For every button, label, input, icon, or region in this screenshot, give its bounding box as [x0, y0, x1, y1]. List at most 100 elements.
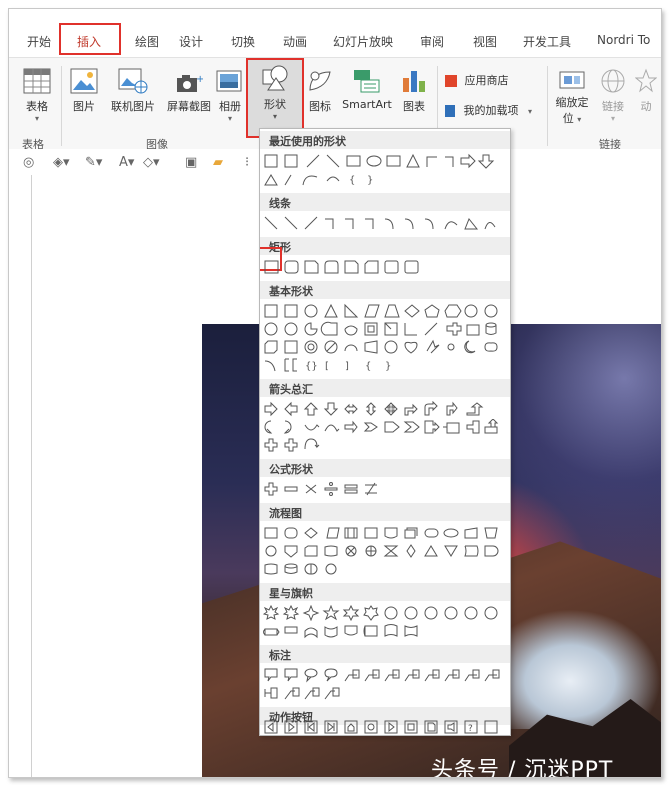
chevron-down-icon: ▾	[610, 114, 615, 123]
camera-icon: +	[177, 74, 203, 92]
album-button[interactable]: 相册 ▾	[213, 68, 247, 123]
album-label: 相册	[219, 100, 241, 113]
shape-row[interactable]	[263, 153, 507, 169]
shape-row[interactable]	[263, 605, 507, 621]
group-divider	[547, 66, 548, 146]
shapes-icon	[262, 65, 288, 91]
tab-slideshow[interactable]: 幻灯片放映	[333, 33, 393, 50]
watermark-text: 头条号 / 沉迷PPT	[431, 758, 614, 778]
icons-button[interactable]: 图标	[303, 68, 337, 114]
eye-icon[interactable]: ◎	[23, 155, 34, 170]
svg-text:{: {	[365, 361, 371, 372]
group-divider	[61, 66, 62, 146]
tab-animations[interactable]: 动画	[283, 33, 307, 50]
icons-icon	[309, 71, 331, 91]
chevron-down-icon: ▾	[34, 114, 39, 123]
zoom-label-2: 位	[562, 112, 574, 125]
shape-row[interactable]	[263, 339, 507, 355]
screenshot-button[interactable]: + 屏幕截图	[161, 72, 217, 114]
store-label: 应用商店	[464, 74, 509, 87]
svg-text:?: ?	[468, 724, 473, 734]
shape-row[interactable]	[263, 561, 507, 577]
smartart-icon	[354, 70, 380, 93]
effects-icon[interactable]: ◇▾	[143, 155, 160, 170]
section-lines: 线条	[260, 193, 510, 211]
table-label: 表格	[26, 100, 48, 113]
globe-icon	[601, 69, 625, 93]
fill-icon[interactable]: ◈▾	[53, 155, 70, 170]
shape-row[interactable]	[263, 259, 507, 275]
online-picture-button[interactable]: 联机图片	[105, 68, 161, 114]
more-icon[interactable]: ⁝	[245, 155, 249, 170]
tab-design[interactable]: 设计	[179, 33, 203, 50]
addins-icon	[445, 105, 455, 117]
insert-tab-highlight	[59, 23, 121, 55]
online-picture-label: 联机图片	[111, 100, 155, 113]
shape-row[interactable]: {} [ ] { }	[263, 357, 507, 373]
tab-home[interactable]: 开始	[27, 33, 51, 50]
smartart-label: SmartArt	[342, 98, 392, 111]
folder-icon[interactable]: ▰	[213, 155, 223, 170]
shapes-button[interactable]: 形状 ▾	[250, 64, 300, 121]
store-button[interactable]: 应用商店	[445, 72, 509, 88]
shapes-dropdown: 最近使用的形状 { } 线条 矩形 基本形状 {} [] {} 箭头总汇 公…	[259, 128, 511, 736]
picture-icon	[70, 68, 98, 94]
chevron-down-icon: ▾	[227, 114, 232, 123]
link-label: 链接	[602, 100, 624, 113]
section-rectangles: 矩形	[260, 237, 510, 255]
shape-row[interactable]	[263, 215, 507, 231]
tab-review[interactable]: 审阅	[420, 33, 444, 50]
tab-transitions[interactable]: 切换	[231, 33, 255, 50]
svg-text:}: }	[385, 361, 391, 372]
shape-row[interactable]	[263, 481, 507, 497]
shape-row[interactable]: ?	[263, 719, 507, 735]
link-button[interactable]: 链接 ▾	[595, 68, 631, 123]
svg-text:{}: {}	[305, 361, 318, 372]
svg-text:]: ]	[345, 361, 349, 372]
app-window: 开始 插入 绘图 设计 切换 动画 幻灯片放映 审阅 视图 开发工具 Nordr…	[8, 8, 662, 778]
shape-row[interactable]	[263, 543, 507, 559]
tab-developer[interactable]: 开发工具	[523, 33, 571, 50]
svg-text:+: +	[196, 74, 203, 85]
shape-row[interactable]: { }	[263, 171, 507, 187]
picture-button[interactable]: 图片	[67, 68, 101, 114]
online-picture-icon	[118, 68, 148, 94]
shape-row[interactable]	[263, 401, 507, 417]
album-icon	[216, 70, 242, 92]
store-icon	[445, 75, 457, 87]
section-stars-banners: 星与旗帜	[260, 583, 510, 601]
pen-icon[interactable]: ✎▾	[85, 155, 102, 170]
chart-icon	[403, 71, 425, 92]
chart-button[interactable]: 图表	[397, 68, 431, 114]
chevron-down-icon: ▾	[272, 112, 277, 121]
star-icon	[635, 68, 657, 93]
shape-row[interactable]	[263, 685, 507, 701]
shape-row[interactable]	[263, 303, 507, 319]
section-recent: 最近使用的形状	[260, 131, 510, 149]
section-callouts: 标注	[260, 645, 510, 663]
font-color-icon[interactable]: A▾	[119, 155, 134, 170]
save-icon[interactable]: ▣	[185, 155, 197, 170]
tab-nordri[interactable]: Nordri To	[597, 33, 650, 47]
section-flowchart: 流程图	[260, 503, 510, 521]
table-button[interactable]: 表格 ▾	[17, 68, 57, 123]
section-equation-shapes: 公式形状	[260, 459, 510, 477]
chevron-down-icon: ▾	[528, 107, 533, 116]
shape-row[interactable]	[263, 419, 507, 435]
shape-row[interactable]	[263, 525, 507, 541]
picture-label: 图片	[73, 100, 95, 113]
shape-row[interactable]	[263, 437, 507, 453]
tab-draw[interactable]: 绘图	[135, 33, 159, 50]
my-addins-button[interactable]: 我的加载项 ▾	[445, 102, 532, 118]
shape-row[interactable]	[263, 321, 507, 337]
my-addins-label: 我的加载项	[463, 104, 519, 117]
zoom-button[interactable]: 缩放定 位 ▾	[551, 68, 593, 126]
action-button[interactable]: 动	[635, 68, 657, 114]
chart-label: 图表	[403, 100, 425, 113]
shape-row[interactable]	[263, 667, 507, 683]
shape-row[interactable]	[263, 623, 507, 639]
screenshot-label: 屏幕截图	[167, 100, 211, 113]
section-arrows: 箭头总汇	[260, 379, 510, 397]
smartart-button[interactable]: SmartArt	[339, 68, 395, 111]
tab-view[interactable]: 视图	[473, 33, 497, 50]
